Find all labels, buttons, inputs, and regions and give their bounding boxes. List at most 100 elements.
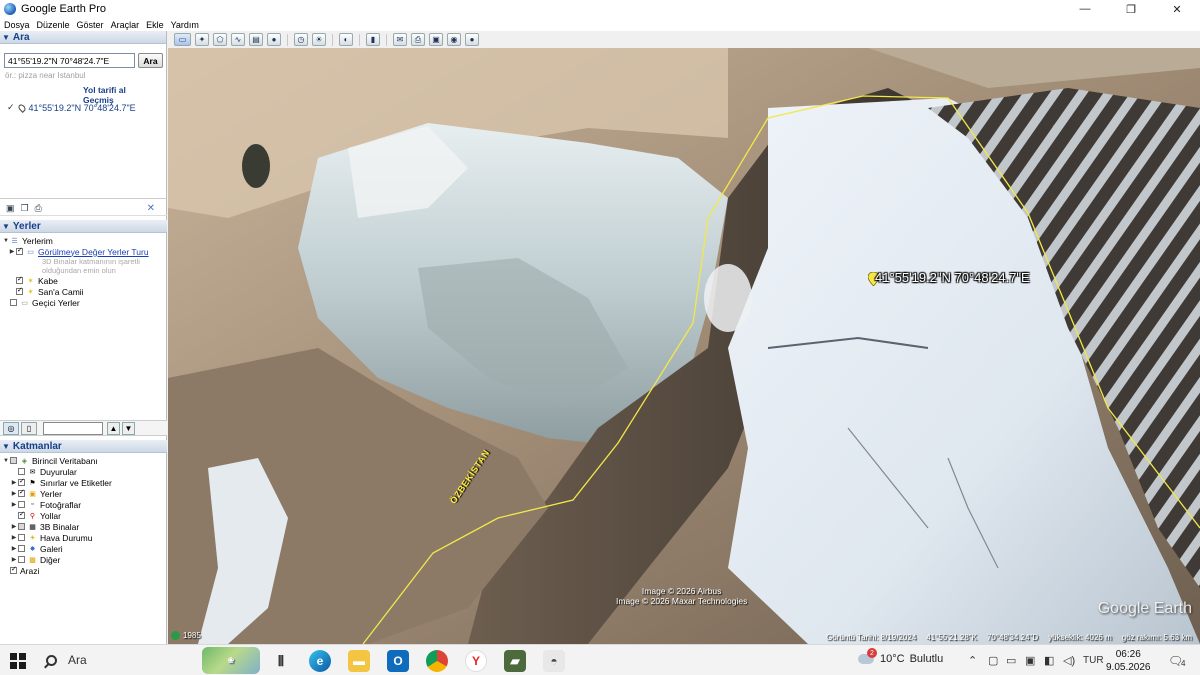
expand-icon[interactable]: ▶ — [8, 248, 16, 255]
clear-search-icon[interactable]: ✕ — [147, 203, 155, 214]
layers-panel-header[interactable]: ▼ Katmanlar — [0, 440, 167, 453]
outlook-icon[interactable]: O — [387, 650, 409, 672]
collapse-triangle-icon[interactable]: ▼ — [2, 442, 10, 451]
tree-label[interactable]: Görülmeye Değer Yerler Turu — [38, 247, 149, 257]
layer-item[interactable]: ▶ ▣ Yerler — [0, 488, 167, 499]
battery-icon[interactable]: ▭ — [1006, 654, 1016, 667]
file-explorer-icon[interactable]: ▬ — [348, 650, 370, 672]
google-maps-icon[interactable]: ◉ — [447, 33, 461, 46]
chrome-icon[interactable] — [426, 650, 448, 672]
checkbox[interactable] — [16, 275, 23, 284]
menu-view[interactable]: Göster — [73, 20, 107, 30]
checkbox[interactable] — [16, 246, 23, 255]
menu-add[interactable]: Ekle — [142, 20, 167, 30]
expand-icon[interactable]: ▼ — [2, 238, 10, 244]
expand-icon[interactable]: ▼ — [2, 458, 10, 464]
placemark-tool-icon[interactable]: ✦ — [195, 33, 209, 46]
checkbox[interactable] — [10, 565, 17, 574]
checkbox[interactable] — [18, 545, 25, 552]
checkbox[interactable] — [18, 510, 25, 519]
menu-help[interactable]: Yardım — [167, 20, 202, 30]
checkbox[interactable] — [16, 286, 23, 295]
expand-icon[interactable]: ▶ — [10, 556, 18, 563]
panel-view-icon[interactable]: ▯ — [21, 421, 37, 435]
ruler-icon[interactable]: ▮ — [366, 33, 380, 46]
earth-studio-icon[interactable]: ● — [465, 33, 479, 46]
search-input[interactable] — [4, 53, 135, 68]
expand-icon[interactable]: ▶ — [10, 490, 18, 497]
expand-icon[interactable]: ▶ — [10, 523, 18, 530]
tree-item-sana-mosque[interactable]: ✶ San'a Camii — [0, 286, 167, 297]
layer-item[interactable]: ⚲ Yollar — [0, 510, 167, 521]
layer-item[interactable]: ▶ ▦ 3B Binalar — [0, 521, 167, 532]
checkbox[interactable] — [18, 488, 25, 497]
google-earth-taskbar-icon[interactable]: ◓ — [543, 650, 565, 672]
expand-icon[interactable]: ▶ — [10, 545, 18, 552]
checkbox[interactable] — [18, 556, 25, 563]
taskbar-search[interactable]: Ara — [46, 653, 87, 667]
collapse-triangle-icon[interactable]: ▼ — [2, 33, 10, 42]
volume-icon[interactable]: ◁) — [1063, 654, 1075, 667]
places-panel-header[interactable]: ▼ Yerler — [0, 220, 167, 233]
layer-item[interactable]: ▶ ⚑ Sınırlar ve Etiketler — [0, 477, 167, 488]
checkbox[interactable] — [18, 523, 25, 530]
checkbox[interactable] — [18, 477, 25, 486]
historical-imagery-icon[interactable]: ◷ — [294, 33, 308, 46]
sun-icon[interactable]: ☀ — [312, 33, 326, 46]
display-icon[interactable]: ▣ — [1025, 654, 1035, 667]
search-button[interactable]: Ara — [138, 53, 163, 68]
menu-file[interactable]: Dosya — [0, 20, 33, 30]
collapse-triangle-icon[interactable]: ▼ — [2, 222, 10, 231]
checkbox[interactable] — [18, 534, 25, 541]
move-up-icon[interactable]: ▲ — [107, 421, 120, 435]
copy-icon[interactable]: ❐ — [21, 203, 29, 214]
layer-item[interactable]: ▶ ▫ Fotoğraflar — [0, 499, 167, 510]
places-filter-input[interactable] — [43, 421, 103, 435]
folder-icon[interactable]: ▣ — [6, 203, 15, 214]
sidebar-toggle-icon[interactable]: ▭ — [174, 33, 191, 46]
email-icon[interactable]: ✉ — [393, 33, 407, 46]
polygon-tool-icon[interactable]: ⬠ — [213, 33, 227, 46]
layer-item[interactable]: ▶ ▩ Diğer — [0, 554, 167, 565]
minimize-button[interactable]: — — [1062, 0, 1108, 18]
language-indicator[interactable]: TUR — [1083, 655, 1104, 666]
search-result-item[interactable]: ✓ 41°55'19.2"N 70°48'24.7"E — [7, 102, 136, 113]
layer-item[interactable]: Arazi — [0, 565, 167, 576]
layer-item[interactable]: ▶ ☀ Hava Durumu — [0, 532, 167, 543]
maximize-button[interactable]: ❐ — [1108, 0, 1154, 18]
tree-item-kabe[interactable]: ✶ Kabe — [0, 275, 167, 286]
close-button[interactable]: ✕ — [1154, 0, 1200, 18]
planets-icon[interactable]: ◐ — [339, 33, 353, 46]
checkbox[interactable] — [10, 457, 17, 464]
clock[interactable]: 06:26 9.05.2026 — [1106, 648, 1151, 674]
tree-item-tour[interactable]: ▶ ▭ Görülmeye Değer Yerler Turu — [0, 246, 167, 257]
app-icon[interactable]: ▰ — [504, 650, 526, 672]
move-down-icon[interactable]: ▼ — [122, 421, 135, 435]
edge-icon[interactable]: e — [309, 650, 331, 672]
task-view-icon[interactable]: ⫴ — [270, 650, 292, 672]
directions-link[interactable]: Yol tarifi al — [83, 85, 126, 95]
camera-icon[interactable]: ▢ — [988, 654, 998, 667]
start-button[interactable] — [10, 653, 26, 669]
checkbox[interactable] — [10, 299, 17, 306]
yandex-icon[interactable]: Y — [465, 650, 487, 672]
network-icon[interactable]: ◧ — [1044, 654, 1054, 667]
checkbox[interactable] — [18, 501, 25, 508]
save-image-icon[interactable]: ▣ — [429, 33, 443, 46]
layer-item[interactable]: ✉ Duyurular — [0, 466, 167, 477]
layer-item[interactable]: ▶ ✸ Galeri — [0, 543, 167, 554]
satellite-imagery[interactable] — [168, 48, 1200, 644]
chevron-up-icon[interactable]: ⌃ — [968, 654, 977, 667]
expand-icon[interactable]: ▶ — [10, 479, 18, 486]
menu-tools[interactable]: Araçlar — [107, 20, 143, 30]
checkbox[interactable] — [18, 468, 25, 475]
placemark-label[interactable]: 41°55'19.2"N 70°48'24.7"E — [875, 270, 1030, 285]
tree-item-my-places[interactable]: ▼ ☰ Yerlerim — [0, 235, 167, 246]
layer-primary-database[interactable]: ▼ ◈ Birincil Veritabanı — [0, 455, 167, 466]
record-tour-icon[interactable]: ● — [267, 33, 281, 46]
tree-item-temporary-places[interactable]: ▭ Geçici Yerler — [0, 297, 167, 308]
search-places-icon[interactable]: ◎ — [3, 421, 19, 435]
path-tool-icon[interactable]: ∿ — [231, 33, 245, 46]
weather-widget[interactable]: 2 10°C Bulutlu — [858, 648, 943, 665]
menu-edit[interactable]: Düzenle — [33, 20, 73, 30]
